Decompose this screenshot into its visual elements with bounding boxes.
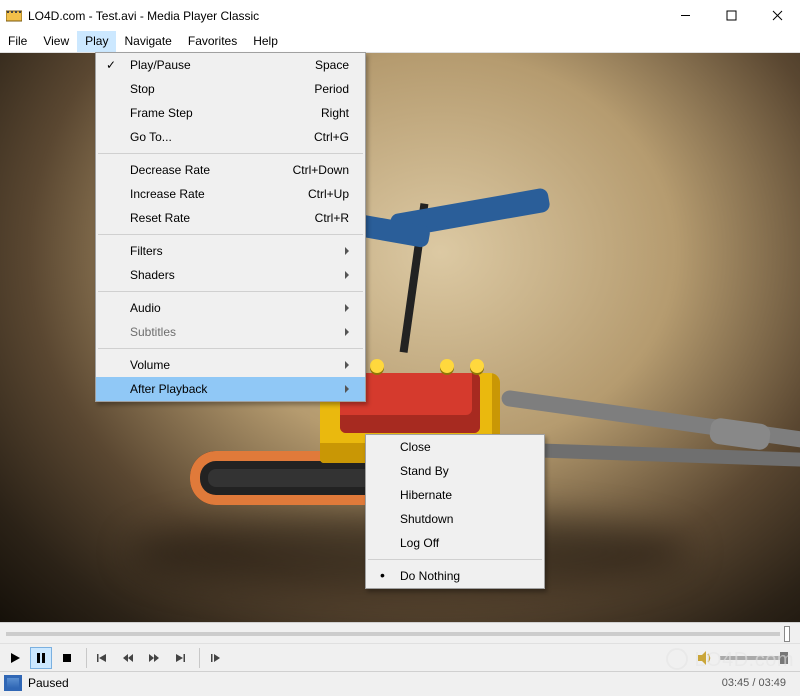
prev-button[interactable] bbox=[91, 647, 113, 669]
menu-item-volume[interactable]: Volume bbox=[96, 353, 365, 377]
watermark: LO4D.com bbox=[666, 648, 794, 672]
menu-navigate[interactable]: Navigate bbox=[116, 31, 179, 52]
stop-button[interactable] bbox=[56, 647, 78, 669]
submenu-item-hibernate[interactable]: Hibernate bbox=[366, 483, 544, 507]
menu-play[interactable]: Play bbox=[77, 31, 116, 52]
pause-button[interactable] bbox=[30, 647, 52, 669]
menu-view[interactable]: View bbox=[35, 31, 77, 52]
submenu-item-shutdown[interactable]: Shutdown bbox=[366, 507, 544, 531]
next-button[interactable] bbox=[169, 647, 191, 669]
submenu-item-standby[interactable]: Stand By bbox=[366, 459, 544, 483]
menu-separator bbox=[98, 234, 363, 235]
framestep-button[interactable] bbox=[204, 647, 226, 669]
close-button[interactable] bbox=[754, 0, 800, 31]
forward-button[interactable] bbox=[143, 647, 165, 669]
play-button[interactable] bbox=[4, 647, 26, 669]
menu-item-filters[interactable]: Filters bbox=[96, 239, 365, 263]
menu-item-frame-step[interactable]: Frame StepRight bbox=[96, 101, 365, 125]
rewind-button[interactable] bbox=[117, 647, 139, 669]
separator bbox=[199, 648, 200, 668]
status-time: 03:45 / 03:49 bbox=[722, 677, 800, 689]
status-bar: Paused 03:45 / 03:49 bbox=[0, 671, 800, 694]
menu-item-go-to[interactable]: Go To...Ctrl+G bbox=[96, 125, 365, 149]
menu-item-shaders[interactable]: Shaders bbox=[96, 263, 365, 287]
menu-item-stop[interactable]: StopPeriod bbox=[96, 77, 365, 101]
submenu-item-do-nothing[interactable]: Do Nothing bbox=[366, 564, 544, 588]
seek-bar[interactable] bbox=[0, 622, 800, 643]
minimize-button[interactable] bbox=[662, 0, 708, 31]
play-menu-dropdown: Play/PauseSpace StopPeriod Frame StepRig… bbox=[95, 52, 366, 402]
seek-track bbox=[6, 632, 780, 636]
menubar: File View Play Navigate Favorites Help bbox=[0, 31, 800, 53]
after-playback-submenu: Close Stand By Hibernate Shutdown Log Of… bbox=[365, 434, 545, 589]
status-icon bbox=[4, 675, 22, 691]
menu-item-after-playback[interactable]: After Playback bbox=[96, 377, 365, 401]
menu-help[interactable]: Help bbox=[245, 31, 286, 52]
menu-item-audio[interactable]: Audio bbox=[96, 296, 365, 320]
menu-separator bbox=[98, 348, 363, 349]
separator bbox=[86, 648, 87, 668]
menu-item-increase-rate[interactable]: Increase RateCtrl+Up bbox=[96, 182, 365, 206]
maximize-button[interactable] bbox=[708, 0, 754, 31]
menu-separator bbox=[98, 153, 363, 154]
status-label: Paused bbox=[28, 676, 722, 690]
menu-item-decrease-rate[interactable]: Decrease RateCtrl+Down bbox=[96, 158, 365, 182]
menu-separator bbox=[368, 559, 542, 560]
menu-item-play-pause[interactable]: Play/PauseSpace bbox=[96, 53, 365, 77]
menu-item-subtitles: Subtitles bbox=[96, 320, 365, 344]
menu-file[interactable]: File bbox=[0, 31, 35, 52]
menu-separator bbox=[98, 291, 363, 292]
submenu-item-close[interactable]: Close bbox=[366, 435, 544, 459]
seek-handle[interactable] bbox=[784, 626, 790, 642]
titlebar: LO4D.com - Test.avi - Media Player Class… bbox=[0, 0, 800, 31]
menu-favorites[interactable]: Favorites bbox=[180, 31, 245, 52]
submenu-item-logoff[interactable]: Log Off bbox=[366, 531, 544, 555]
menu-item-reset-rate[interactable]: Reset RateCtrl+R bbox=[96, 206, 365, 230]
app-icon bbox=[6, 8, 22, 24]
window-title: LO4D.com - Test.avi - Media Player Class… bbox=[28, 9, 662, 23]
window-controls bbox=[662, 0, 800, 31]
